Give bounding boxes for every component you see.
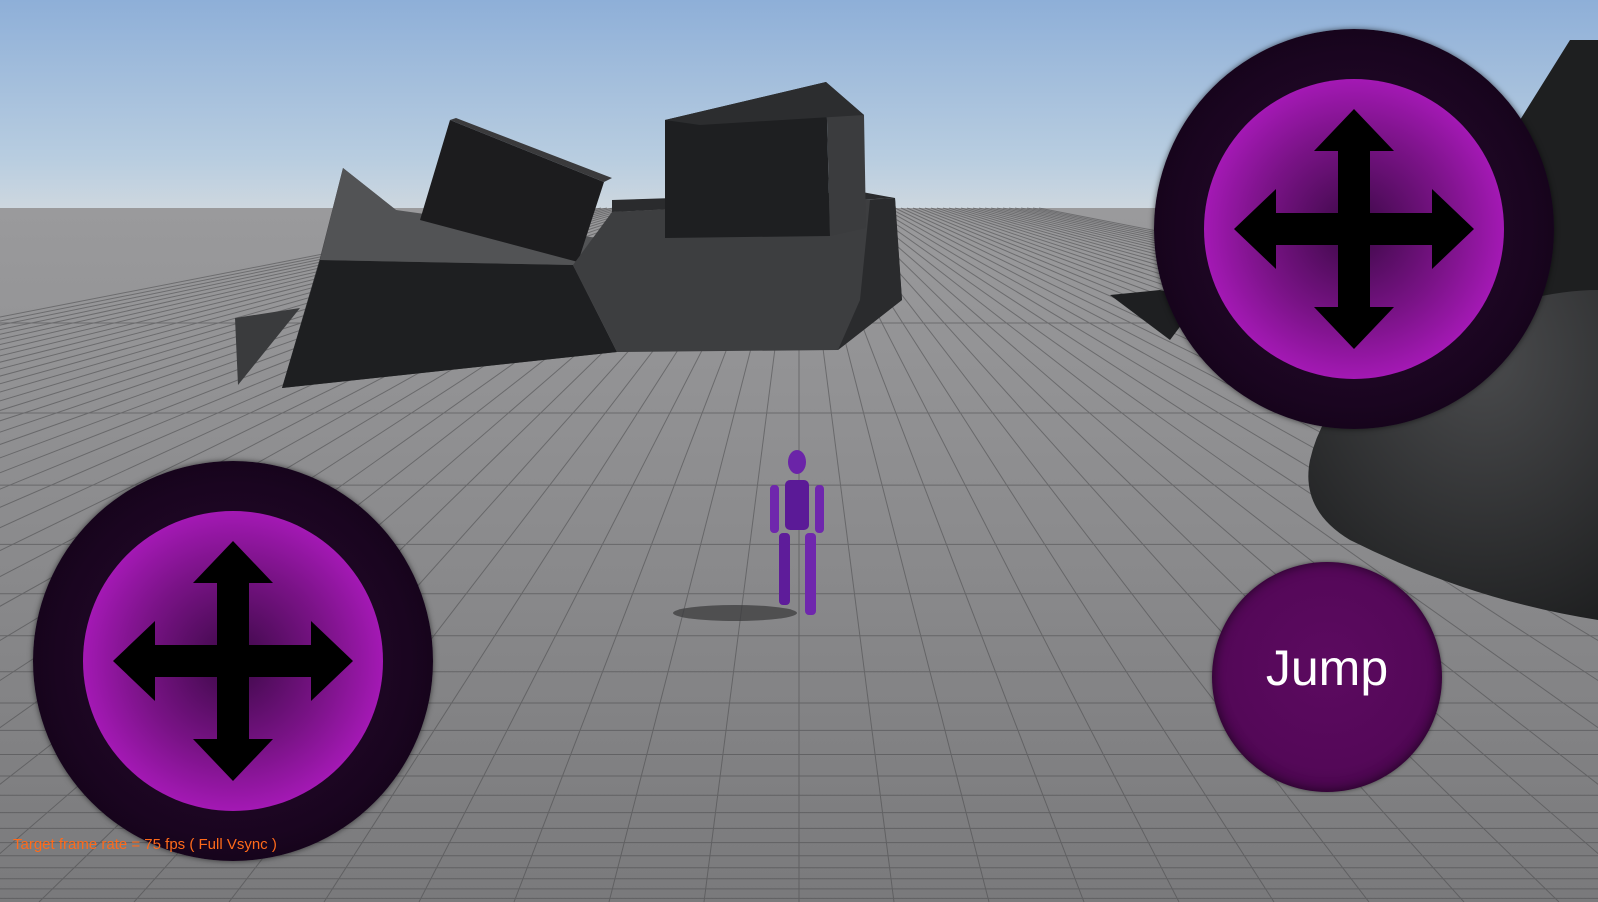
left-joystick[interactable] <box>33 461 433 861</box>
jump-button[interactable]: Jump <box>1212 562 1442 792</box>
fps-readout: Target frame rate = 75 fps ( Full Vsync … <box>13 836 277 853</box>
move-arrows-icon <box>113 541 353 781</box>
jump-button-label: Jump <box>1265 640 1389 696</box>
move-arrows-icon <box>1234 109 1474 349</box>
left-joystick-knob[interactable] <box>83 511 383 811</box>
right-joystick-knob[interactable] <box>1204 79 1504 379</box>
right-joystick[interactable] <box>1154 29 1554 429</box>
